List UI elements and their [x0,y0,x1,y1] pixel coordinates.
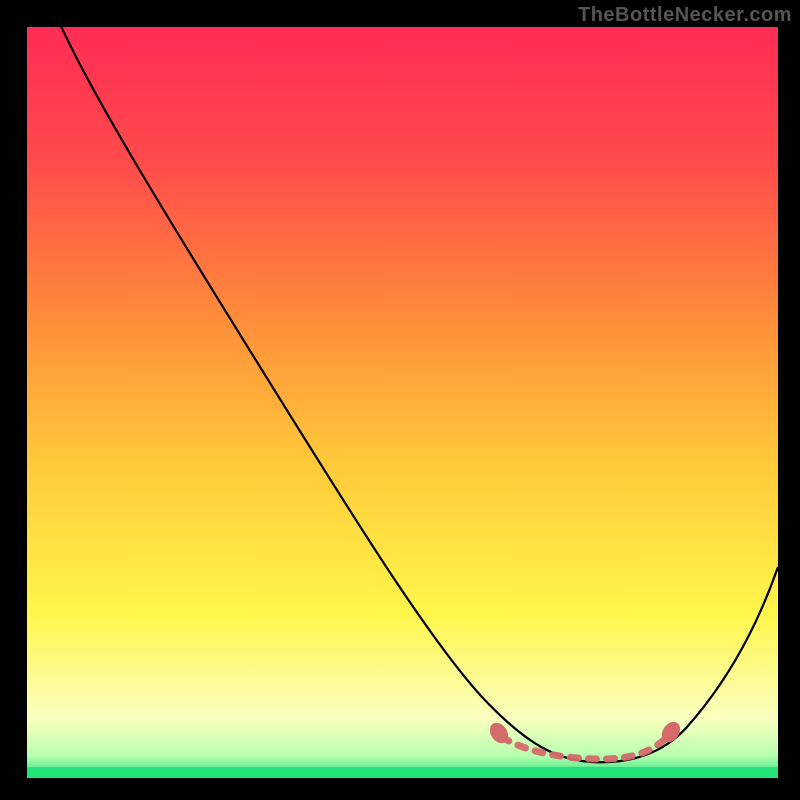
watermark-text: TheBottleNecker.com [578,4,792,27]
plot-area [27,27,778,778]
chart-frame: TheBottleNecker.com [0,0,800,800]
chart-svg [27,27,778,778]
green-band [27,767,778,778]
gradient-background [27,27,778,778]
